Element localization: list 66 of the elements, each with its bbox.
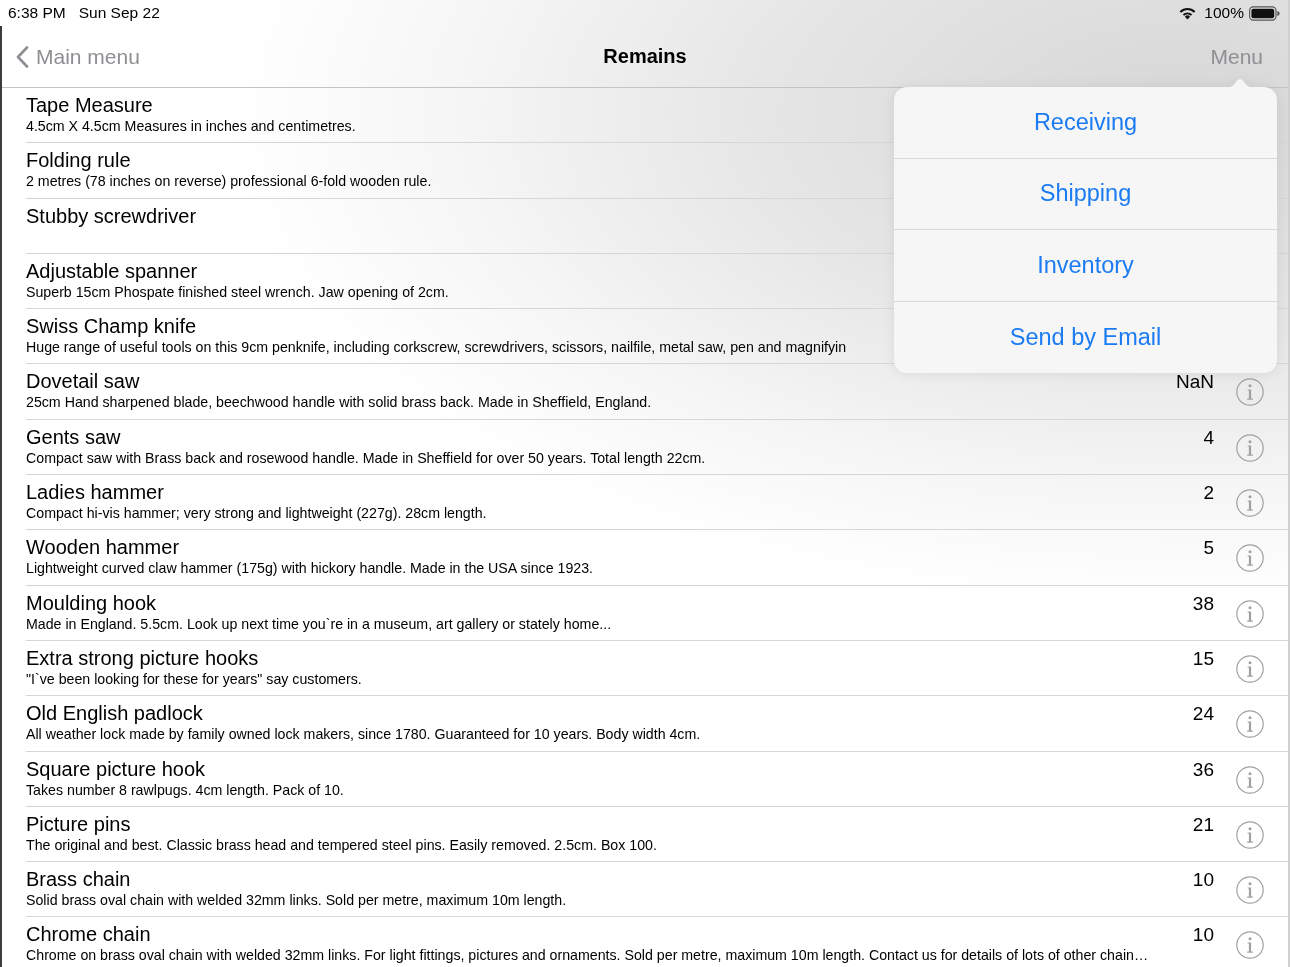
- item-description: Compact saw with Brass back and rosewood handle. Made in Sheffield for over 50 years. Total length 22cm.: [26, 449, 706, 465]
- item-description: 2 metres (78 inches on reverse) professional 6-fold wooden rule.: [26, 173, 432, 189]
- item-count: 36: [1192, 759, 1214, 780]
- item-title: Brass chain: [26, 867, 131, 892]
- info-icon[interactable]: [1236, 820, 1264, 849]
- item-description: 4.5cm X 4.5cm Measures in inches and centimetres.: [26, 118, 356, 133]
- battery-icon: [1249, 5, 1280, 21]
- info-icon[interactable]: [1236, 654, 1264, 683]
- info-icon[interactable]: [1236, 765, 1264, 794]
- back-button[interactable]: Main menu: [16, 44, 140, 69]
- item-description: All weather lock made by family owned lock makers, since 1780. Guaranteed for 10 years. Body width 4cm.: [26, 726, 701, 742]
- menu-item[interactable]: Shipping: [894, 158, 1277, 230]
- item-count: 10: [1192, 925, 1214, 946]
- item-title: Gents saw: [26, 424, 121, 449]
- item-count: NaN: [1176, 372, 1214, 393]
- item-count: 21: [1192, 814, 1214, 835]
- info-icon[interactable]: [1236, 544, 1264, 573]
- item-description: Chrome on brass oval chain with welded 32mm links. For light fittings, pictures and ornaments. Sold per metre, maximum 10m length. Contact us for details of lots of other chain…: [26, 947, 1149, 963]
- item-description: Compact hi-vis hammer; very strong and lightweight (227g). 28cm length.: [26, 505, 487, 521]
- item-count: 5: [1203, 538, 1214, 559]
- info-icon[interactable]: [1236, 876, 1264, 905]
- item-description: Solid brass oval chain with welded 32mm links. Sold per metre, maximum 10m length.: [26, 892, 567, 908]
- item-title: Stubby screwdriver: [26, 203, 197, 228]
- item-count: 4: [1203, 427, 1214, 448]
- wifi-icon: [1178, 6, 1198, 20]
- menu-button[interactable]: Menu: [1210, 44, 1263, 69]
- info-icon[interactable]: [1236, 378, 1264, 407]
- item-title: Square picture hook: [26, 756, 205, 781]
- info-icon[interactable]: [1236, 599, 1264, 628]
- item-title: Tape Measure: [26, 93, 153, 117]
- item-title: Adjustable spanner: [26, 258, 198, 283]
- item-title: Folding rule: [26, 148, 131, 173]
- item-count: 10: [1192, 870, 1214, 891]
- item-description: Made in England. 5.5cm. Look up next time you`re in a museum, art gallery or stately home...: [26, 615, 612, 631]
- item-title: Extra strong picture hooks: [26, 645, 259, 670]
- screen-title: Remains: [603, 45, 687, 68]
- item-title: Wooden hammer: [26, 535, 180, 560]
- battery-percent: 100%: [1204, 3, 1244, 23]
- item-description: 25cm Hand sharpened blade, beechwood handle with solid brass back. Made in Sheffield, England.: [26, 394, 652, 410]
- info-icon[interactable]: [1236, 489, 1264, 518]
- item-description: Takes number 8 rawlpugs. 4cm length. Pack of 10.: [26, 781, 344, 797]
- menu-item[interactable]: Send by Email: [894, 301, 1277, 373]
- menu-item[interactable]: Receiving: [894, 87, 1277, 159]
- item-title: Dovetail saw: [26, 369, 140, 394]
- info-icon[interactable]: [1236, 433, 1264, 462]
- status-time: 6:38 PM: [8, 3, 66, 23]
- item-description: "I`ve been looking for these for years" say customers.: [26, 670, 362, 686]
- menu-item[interactable]: Inventory: [894, 230, 1277, 302]
- item-title: Picture pins: [26, 811, 131, 836]
- item-title: Chrome chain: [26, 922, 151, 947]
- item-count: 24: [1192, 704, 1214, 725]
- info-icon[interactable]: [1236, 931, 1264, 960]
- info-icon[interactable]: [1236, 710, 1264, 739]
- item-title: Ladies hammer: [26, 480, 164, 505]
- item-count: 38: [1192, 593, 1214, 614]
- status-date: Sun Sep 22: [78, 3, 160, 23]
- item-count: 15: [1192, 648, 1214, 669]
- item-title: Old English padlock: [26, 701, 203, 726]
- item-title: Moulding hook: [26, 590, 157, 615]
- item-description: The original and best. Classic brass head and tempered steel pins. Easily removed. 2.5cm. Box 100.: [26, 836, 657, 852]
- item-description: Superb 15cm Phospate finished steel wrench. Jaw opening of 2cm.: [26, 283, 449, 299]
- item-title: Swiss Champ knife: [26, 314, 197, 339]
- item-count: 2: [1203, 483, 1214, 504]
- item-description: Lightweight curved claw hammer (175g) with hickory handle. Made in the USA since 1923.: [26, 560, 593, 576]
- item-description: Huge range of useful tools on this 9cm penknife, including corkscrew, screwdrivers, scissors, nailfile, metal saw, pen and magnifyin: [26, 339, 847, 355]
- chevron-left-icon: [16, 45, 29, 68]
